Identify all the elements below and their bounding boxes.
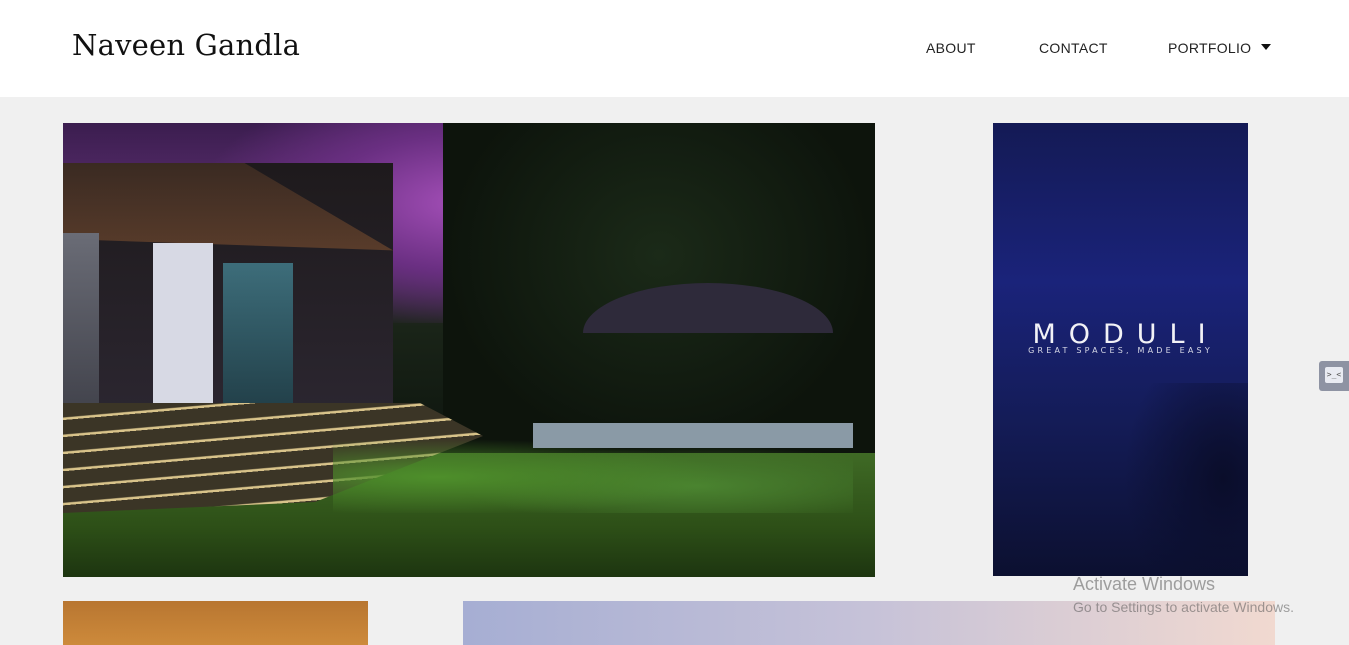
image-wall [153,243,213,423]
site-title[interactable]: Naveen Gandla [72,28,300,62]
gallery-image-moduli-poster[interactable]: MODULI GREAT SPACES, MADE EASY [993,123,1248,576]
watermark-subtitle: Go to Settings to activate Windows. [1073,599,1294,615]
image-window [223,263,293,423]
nav-about[interactable]: ABOUT [926,40,976,56]
image-gazebo-floor [533,423,853,448]
code-icon: >_< [1325,367,1343,383]
gallery-image-bottom-left[interactable] [63,601,368,645]
image-roof [63,163,393,251]
gallery-image-garden[interactable] [63,123,875,577]
watermark-title: Activate Windows [1073,574,1216,594]
nav-portfolio[interactable]: PORTFOLIO [1168,40,1251,56]
side-widget-button[interactable]: >_< [1319,361,1349,391]
image-house [63,163,393,423]
image-window [63,233,99,423]
chevron-down-icon[interactable] [1261,44,1271,50]
nav-contact[interactable]: CONTACT [1039,40,1108,56]
image-tree-silhouette [1123,383,1248,576]
poster-tagline: GREAT SPACES, MADE EASY [1028,346,1213,355]
site-header: Naveen Gandla ABOUT CONTACT PORTFOLIO [0,0,1349,97]
